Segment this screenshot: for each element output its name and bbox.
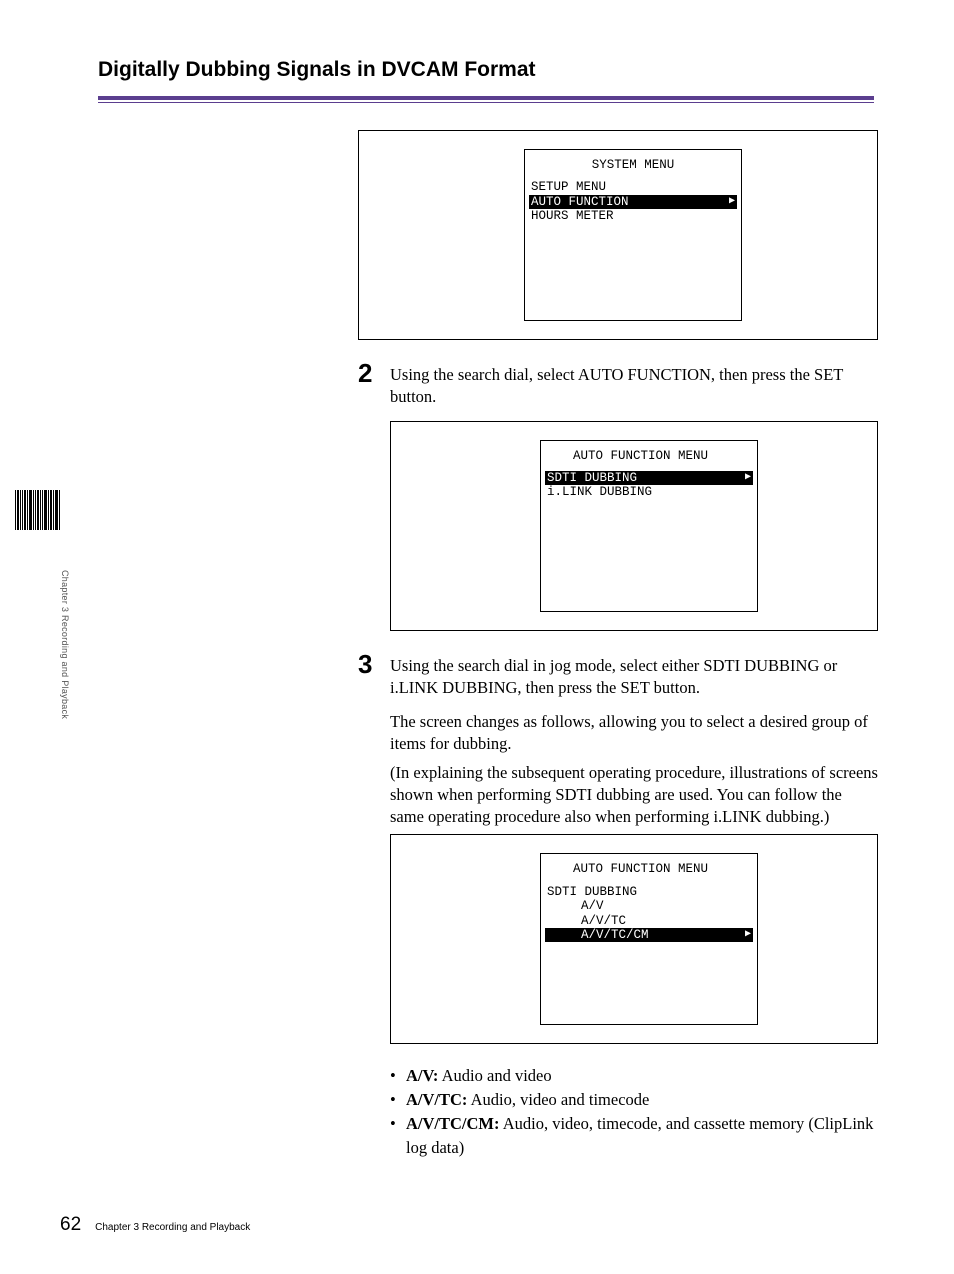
menu-item-label: AUTO FUNCTION (531, 195, 629, 209)
menu-item: A/V/TC (545, 914, 753, 928)
page-footer: 62 Chapter 3 Recording and Playback (60, 1214, 250, 1236)
section-title: Digitally Dubbing Signals in DVCAM Forma… (98, 58, 874, 90)
menu-item-selected: AUTO FUNCTION ▶ (529, 195, 737, 209)
bullet-text: A/V/TC/CM: Audio, video, timecode, and c… (406, 1112, 878, 1160)
bullet-dot-icon: • (390, 1088, 400, 1112)
menu-item-selected: A/V/TC/CM ▶ (545, 928, 753, 942)
menu-title: AUTO FUNCTION MENU (545, 862, 753, 876)
menu-item: A/V (545, 899, 753, 913)
side-barcode (15, 490, 60, 530)
menu-item: i.LINK DUBBING (545, 485, 753, 499)
menu-subhead: SDTI DUBBING (545, 885, 753, 899)
paragraph: (In explaining the subsequent operating … (390, 762, 878, 829)
page-header: Digitally Dubbing Signals in DVCAM Forma… (98, 58, 874, 103)
bullet-dot-icon: • (390, 1064, 400, 1088)
step-2: 2 Using the search dial, select AUTO FUN… (358, 360, 878, 409)
side-chapter-label: Chapter 3 Recording and Playback (60, 570, 70, 719)
paragraph: The screen changes as follows, allowing … (390, 711, 878, 756)
step-number: 2 (358, 360, 376, 386)
screen-frame-1: SYSTEM MENU SETUP MENU AUTO FUNCTION ▶ H… (358, 130, 878, 340)
sdti-dubbing-screen: AUTO FUNCTION MENU SDTI DUBBING A/V A/V/… (540, 853, 758, 1025)
bullet-dot-icon: • (390, 1112, 400, 1160)
bullet-list: • A/V: Audio and video • A/V/TC: Audio, … (390, 1064, 878, 1160)
main-content: SYSTEM MENU SETUP MENU AUTO FUNCTION ▶ H… (358, 130, 878, 1160)
bullet-text: A/V/TC: Audio, video and timecode (406, 1088, 649, 1112)
bullet-item: • A/V: Audio and video (390, 1064, 878, 1088)
page-number: 62 (60, 1214, 81, 1236)
bullet-text: A/V: Audio and video (406, 1064, 552, 1088)
menu-item: SETUP MENU (529, 180, 737, 194)
footer-chapter: Chapter 3 Recording and Playback (95, 1222, 250, 1233)
rule-thick (98, 96, 874, 100)
screen-frame-3: AUTO FUNCTION MENU SDTI DUBBING A/V A/V/… (390, 834, 878, 1044)
auto-function-menu-screen: AUTO FUNCTION MENU SDTI DUBBING ▶ i.LINK… (540, 440, 758, 612)
step-number: 3 (358, 651, 376, 677)
step-3: 3 Using the search dial in jog mode, sel… (358, 651, 878, 700)
rule-thin (98, 102, 874, 103)
arrow-right-icon: ▶ (729, 196, 735, 208)
bullet-item: • A/V/TC/CM: Audio, video, timecode, and… (390, 1112, 878, 1160)
menu-item-label: SDTI DUBBING (547, 471, 637, 485)
menu-title: AUTO FUNCTION MENU (545, 449, 753, 463)
menu-item-selected: SDTI DUBBING ▶ (545, 471, 753, 485)
menu-item: HOURS METER (529, 209, 737, 223)
screen-frame-2: AUTO FUNCTION MENU SDTI DUBBING ▶ i.LINK… (390, 421, 878, 631)
menu-item-label: A/V/TC/CM (581, 928, 649, 942)
bullet-item: • A/V/TC: Audio, video and timecode (390, 1088, 878, 1112)
arrow-right-icon: ▶ (745, 472, 751, 484)
arrow-right-icon: ▶ (745, 929, 751, 941)
menu-title: SYSTEM MENU (529, 158, 737, 172)
system-menu-screen: SYSTEM MENU SETUP MENU AUTO FUNCTION ▶ H… (524, 149, 742, 321)
step-text: Using the search dial in jog mode, selec… (390, 651, 878, 700)
step-text: Using the search dial, select AUTO FUNCT… (390, 360, 878, 409)
